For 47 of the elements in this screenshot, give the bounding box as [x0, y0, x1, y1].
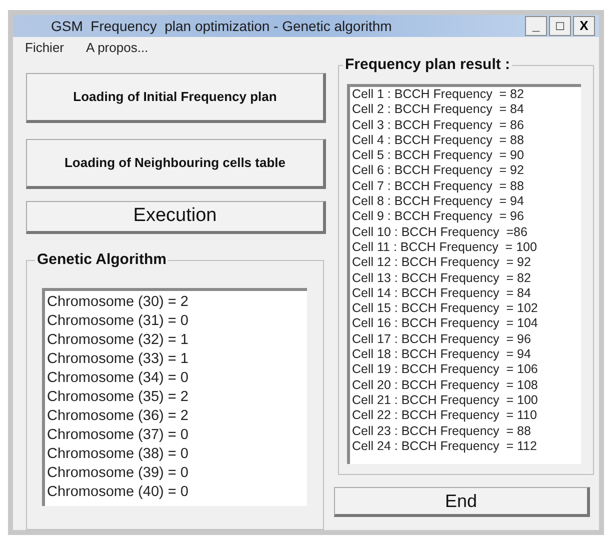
action-button[interactable]: Loading of Initial Frequency plan: [26, 73, 326, 123]
list-item[interactable]: Cell 1 : BCCH Frequency = 82: [352, 87, 581, 102]
list-item[interactable]: Cell 18 : BCCH Frequency = 94: [352, 347, 581, 362]
list-item[interactable]: Chromosome (39) = 0: [47, 464, 307, 483]
list-item[interactable]: Cell 10 : BCCH Frequency =86: [352, 224, 581, 240]
list-item[interactable]: Chromosome (40) = 0: [47, 483, 307, 502]
list-item[interactable]: Cell 7 : BCCH Frequency = 88: [352, 178, 581, 194]
list-item[interactable]: Cell 5 : BCCH Frequency = 90: [352, 148, 581, 164]
list-item[interactable]: Chromosome (37) = 0: [47, 426, 307, 445]
list-item[interactable]: Cell 6 : BCCH Frequency = 92: [352, 163, 581, 179]
list-item[interactable]: Chromosome (34) = 0: [47, 369, 307, 388]
list-item[interactable]: Cell 9 : BCCH Frequency = 96: [352, 209, 581, 225]
list-item[interactable]: Cell 21 : BCCH Frequency = 100: [352, 392, 581, 408]
list-item[interactable]: Cell 17 : BCCH Frequency = 96: [352, 332, 581, 348]
window-title: GSM Frequency plan optimization - Genetic algorithm: [51, 16, 393, 36]
group-title: Frequency plan result :: [343, 56, 512, 74]
list-item[interactable]: Cell 22 : BCCH Frequency = 110: [352, 408, 581, 424]
action-button[interactable]: Execution: [26, 201, 326, 234]
list-item[interactable]: Cell 16 : BCCH Frequency = 104: [352, 316, 581, 332]
list-item[interactable]: Cell 8 : BCCH Frequency = 94: [352, 194, 581, 210]
list-item[interactable]: Chromosome (36) = 2: [47, 407, 307, 426]
list-item[interactable]: Chromosome (33) = 1: [47, 350, 307, 369]
list-item[interactable]: Chromosome (31) = 0: [47, 312, 307, 331]
maximize-button[interactable]: □: [549, 16, 571, 36]
list-item[interactable]: Cell 20 : BCCH Frequency = 108: [352, 378, 581, 393]
list-item[interactable]: Chromosome (32) = 1: [47, 331, 307, 350]
list-item[interactable]: Cell 15 : BCCH Frequency = 102: [352, 301, 581, 316]
list-item[interactable]: Cell 23 : BCCH Frequency = 88: [352, 424, 581, 439]
list-item[interactable]: Cell 14 : BCCH Frequency = 84: [352, 286, 581, 302]
list-item[interactable]: Chromosome (35) = 2: [47, 388, 307, 407]
list-item[interactable]: Cell 12 : BCCH Frequency = 92: [352, 255, 581, 271]
list-item[interactable]: Cell 13 : BCCH Frequency = 82: [352, 270, 581, 286]
minimize-button[interactable]: _: [525, 16, 547, 36]
list-item[interactable]: Cell 3 : BCCH Frequency = 86: [352, 118, 581, 133]
list-item[interactable]: Cell 11 : BCCH Frequency = 100: [352, 240, 581, 256]
list-item[interactable]: Cell 4 : BCCH Frequency = 88: [352, 132, 581, 148]
menu-item[interactable]: Fichier: [25, 38, 64, 58]
action-button[interactable]: Loading of Neighbouring cells table: [26, 139, 326, 189]
list-item[interactable]: Chromosome (30) = 2: [47, 293, 307, 312]
list-item[interactable]: Cell 2 : BCCH Frequency = 84: [352, 102, 581, 118]
list-item[interactable]: Cell 19 : BCCH Frequency = 106: [352, 362, 581, 378]
end-button[interactable]: End: [334, 487, 590, 517]
menu-item[interactable]: A propos...: [86, 38, 148, 58]
group-title: Genetic Algorithm: [35, 251, 168, 269]
list-item[interactable]: Chromosome (38) = 0: [47, 445, 307, 464]
close-button[interactable]: X: [573, 16, 595, 36]
list-item[interactable]: Cell 24 : BCCH Frequency = 112: [352, 438, 581, 454]
